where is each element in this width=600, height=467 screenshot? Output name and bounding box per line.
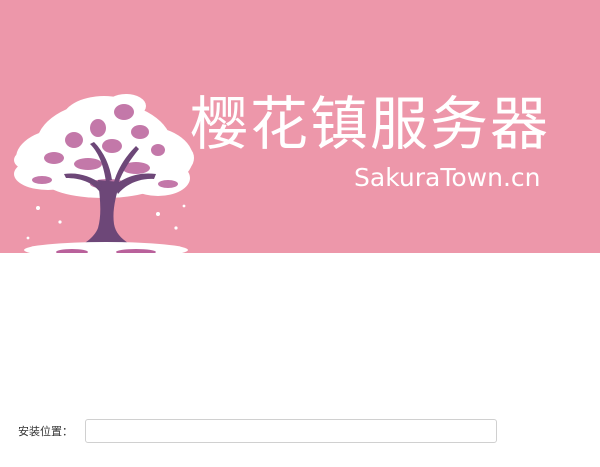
install-location-row: 安装位置： xyxy=(18,419,508,445)
install-location-label: 安装位置： xyxy=(18,425,73,438)
sakura-tree-icon xyxy=(14,94,194,253)
install-location-input[interactable] xyxy=(85,419,497,443)
app-subtitle: SakuraTown.cn xyxy=(354,163,541,192)
header-banner: 樱花镇服务器 SakuraTown.cn xyxy=(0,0,600,253)
installer-window: 樱花镇服务器 SakuraTown.cn 安装位置： xyxy=(0,0,600,467)
app-title: 樱花镇服务器 xyxy=(190,90,551,158)
